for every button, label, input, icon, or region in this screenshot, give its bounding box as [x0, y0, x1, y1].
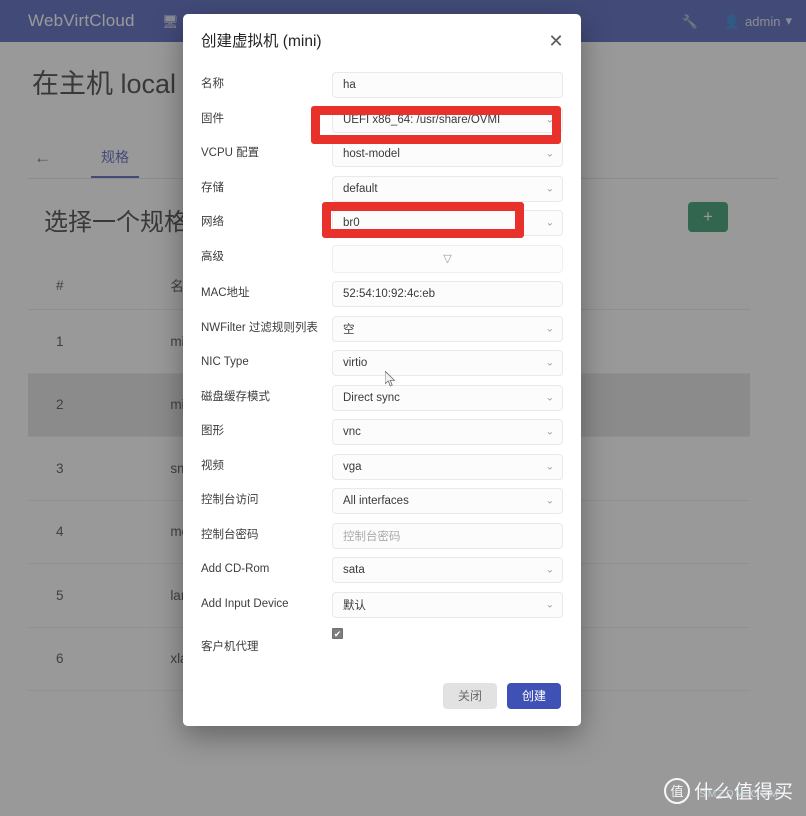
chevron-down-icon: ⌄	[545, 148, 554, 160]
select-value-field: Direct sync	[343, 391, 400, 404]
chevron-down-icon: ⌄	[545, 217, 554, 229]
chevron-down-icon: ⌄	[545, 357, 554, 369]
select-add-cd-rom[interactable]: sata ⌄	[332, 557, 563, 583]
select-value-nwfilter: 空	[343, 323, 355, 336]
form-row-field: 控制台密码 控制台密码	[201, 522, 563, 549]
input-mac[interactable]: 52:54:10:92:4c:eb	[332, 281, 563, 307]
chevron-down-icon: ⌄	[545, 426, 554, 438]
field-label-field: 控制台访问	[201, 494, 259, 506]
field-label-field: 名称	[201, 78, 224, 90]
field-label-field: 高级	[201, 250, 224, 263]
select-field[interactable]: All interfaces ⌄	[332, 488, 563, 514]
select-value-field: vnc	[343, 426, 361, 438]
field-control-field: vga ⌄	[332, 453, 563, 480]
close-button[interactable]: 关闭	[442, 683, 497, 709]
field-label-vcpu: VCPU 配置	[201, 147, 260, 159]
field-label-field: 客户机代理	[201, 641, 259, 653]
form-row-nwfilter: NWFilter 过滤规则列表空 ⌄	[201, 315, 563, 342]
dialog-title: 创建虚拟机 (mini)	[201, 33, 322, 50]
chevron-down-icon: ⌄	[545, 392, 554, 403]
chevron-down-icon: ⌄	[545, 564, 554, 576]
field-control-field: 控制台密码	[332, 522, 563, 549]
close-icon[interactable]: ✕	[545, 30, 567, 52]
chevron-down-icon: ⌄	[545, 599, 554, 610]
field-control-add-input-device: 默认 ⌄	[332, 591, 563, 618]
field-control-field: vnc ⌄	[332, 419, 563, 445]
select-field[interactable]: Direct sync ⌄	[332, 384, 563, 411]
select-field[interactable]: default ⌄	[332, 175, 563, 202]
select-vcpu[interactable]: host-model ⌄	[332, 141, 563, 167]
field-label-field: 网络	[201, 216, 224, 228]
select-value-nic-type: virtio	[343, 357, 368, 369]
form-row-field: 客户机代理 ✔	[201, 626, 563, 660]
dialog-header: 创建虚拟机 (mini) ✕	[183, 14, 581, 66]
chevron-down-icon: ⌄	[545, 183, 554, 194]
watermark-mark: 值	[663, 777, 690, 804]
dialog-form: 名称 ha 固件 UEFI x86_64: /usr/share/OVMI ⌄ VCPU …	[183, 66, 581, 666]
select-value-vcpu: host-model	[343, 148, 400, 160]
expander-field[interactable]: ▽	[332, 244, 563, 273]
chevron-down-icon: ⌄	[545, 495, 554, 507]
form-row-field: 控制台访问 All interfaces ⌄	[201, 488, 563, 514]
annotation-box-firmware	[311, 106, 561, 144]
field-label-add-cd-rom: Add CD-Rom	[201, 563, 270, 575]
dialog-footer: 关闭 创建	[183, 666, 581, 726]
input-value-field: ha	[343, 79, 356, 91]
form-row-field: 图形 vnc ⌄	[201, 419, 563, 445]
field-control-field: All interfaces ⌄	[332, 488, 563, 514]
checkbox-field[interactable]: ✔	[332, 628, 343, 639]
select-value-field: default	[343, 182, 378, 195]
watermark: 值 什么值得买 SMZDM.COM	[663, 777, 794, 804]
field-label-nwfilter: NWFilter 过滤规则列表	[201, 321, 318, 334]
field-label-mac: MAC地址	[201, 287, 250, 299]
field-label-field: 存储	[201, 181, 224, 194]
field-label-field: 图形	[201, 425, 224, 437]
form-row-vcpu: VCPU 配置 host-model ⌄	[201, 141, 563, 167]
form-row-add-cd-rom: Add CD-Rom sata ⌄	[201, 557, 563, 583]
form-row-nic-type: NIC Type virtio ⌄	[201, 350, 563, 376]
form-row-field: 高级 ▽	[201, 244, 563, 273]
form-row-field: 磁盘缓存模式 Direct sync ⌄	[201, 384, 563, 411]
field-label-add-input-device: Add Input Device	[201, 597, 289, 610]
select-value-field: All interfaces	[343, 495, 409, 507]
field-label-nic-type: NIC Type	[201, 356, 249, 368]
field-control-field: default ⌄	[332, 175, 563, 202]
input-value-field: 控制台密码	[343, 530, 401, 543]
input-field[interactable]: ha	[332, 72, 563, 98]
field-label-field: 控制台密码	[201, 528, 259, 541]
field-control-field: ✔	[332, 626, 563, 639]
select-field[interactable]: vnc ⌄	[332, 419, 563, 445]
field-control-mac: 52:54:10:92:4c:eb	[332, 281, 563, 307]
field-control-nwfilter: 空 ⌄	[332, 315, 563, 342]
input-field[interactable]: 控制台密码	[332, 522, 563, 549]
field-control-vcpu: host-model ⌄	[332, 141, 563, 167]
select-nic-type[interactable]: virtio ⌄	[332, 350, 563, 376]
field-label-field: 视频	[201, 459, 224, 472]
field-control-field: ▽	[332, 244, 563, 273]
select-nwfilter[interactable]: 空 ⌄	[332, 315, 563, 342]
select-value-field: vga	[343, 460, 362, 473]
form-row-mac: MAC地址 52:54:10:92:4c:eb	[201, 281, 563, 307]
form-row-field: 存储 default ⌄	[201, 175, 563, 202]
form-row-add-input-device: Add Input Device 默认 ⌄	[201, 591, 563, 618]
chevron-down-icon: ⌄	[545, 323, 554, 334]
form-row-field: 名称 ha	[201, 72, 563, 98]
field-control-add-cd-rom: sata ⌄	[332, 557, 563, 583]
field-control-field: Direct sync ⌄	[332, 384, 563, 411]
select-value-add-input-device: 默认	[343, 599, 366, 612]
form-row-field: 视频 vga ⌄	[201, 453, 563, 480]
create-button[interactable]: 创建	[506, 683, 561, 709]
annotation-box-network	[322, 202, 524, 238]
select-add-input-device[interactable]: 默认 ⌄	[332, 591, 563, 618]
input-value-mac: 52:54:10:92:4c:eb	[343, 288, 436, 300]
chevron-down-icon: ⌄	[545, 461, 554, 472]
select-value-add-cd-rom: sata	[343, 564, 365, 576]
watermark-subtext: SMZDM.COM	[699, 789, 780, 800]
select-field[interactable]: vga ⌄	[332, 453, 563, 480]
field-label-field: 磁盘缓存模式	[201, 390, 270, 403]
field-control-nic-type: virtio ⌄	[332, 350, 563, 376]
field-control-field: ha	[332, 72, 563, 98]
